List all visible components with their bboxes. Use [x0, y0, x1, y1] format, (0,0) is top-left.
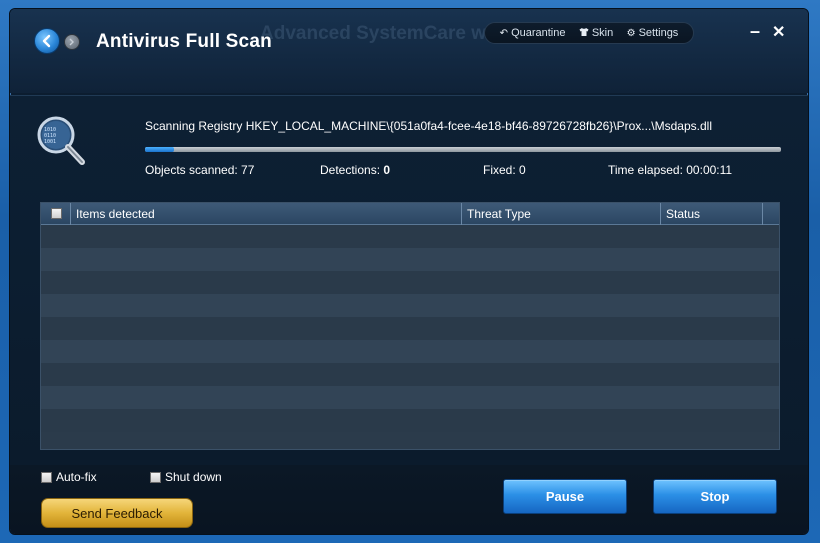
back-button[interactable] [34, 28, 60, 54]
undo-arrow-icon: ↶ [499, 27, 509, 39]
gear-icon: ⚙ [626, 27, 636, 39]
antivirus-scan-window: Advanced SystemCare with Antivirus Antiv… [9, 8, 809, 535]
table-row [41, 363, 779, 386]
column-items-detected[interactable]: Items detected [70, 203, 462, 225]
forward-arrow-icon [69, 38, 74, 46]
title-bar: Advanced SystemCare with Antivirus Antiv… [10, 9, 808, 93]
magnifier-icon: 1010 0110 1001 [37, 116, 85, 165]
time-elapsed: Time elapsed: 00:00:11 [608, 163, 733, 177]
scan-progress-bar [145, 147, 781, 152]
shutdown-label: Shut down [165, 470, 222, 484]
detections-table: Items detected Threat Type Status [40, 202, 780, 450]
table-row [41, 409, 779, 432]
column-spacer [762, 203, 779, 225]
column-status[interactable]: Status [660, 203, 762, 225]
forward-button[interactable] [64, 34, 80, 50]
scan-progress-fill [145, 147, 174, 152]
table-row [41, 248, 779, 271]
scan-path-text: Scanning Registry HKEY_LOCAL_MACHINE\{05… [145, 119, 712, 133]
detections-value: 0 [383, 163, 391, 177]
table-row [41, 386, 779, 409]
quarantine-menu-item[interactable]: ↶ Quarantine [500, 27, 566, 39]
quarantine-label: Quarantine [511, 27, 566, 39]
send-feedback-button[interactable]: Send Feedback [41, 498, 193, 528]
shutdown-checkbox-box[interactable] [150, 471, 161, 483]
select-all-checkbox[interactable] [51, 208, 62, 219]
back-arrow-icon [42, 34, 51, 48]
detections-label: Detections: [320, 163, 381, 177]
close-button[interactable]: ✕ [772, 22, 785, 42]
column-threat-type[interactable]: Threat Type [461, 203, 661, 225]
fixed-count: Fixed: 0 [483, 163, 526, 177]
table-row [41, 317, 779, 340]
table-row [41, 294, 779, 317]
table-row [41, 271, 779, 294]
settings-label: Settings [638, 27, 679, 39]
footer: Auto-fix Shut down Send Feedback Pause S… [10, 465, 808, 534]
settings-menu-item[interactable]: ⚙ Settings [627, 27, 679, 39]
table-row [41, 340, 779, 363]
pause-button[interactable]: Pause [503, 479, 627, 514]
detections: Detections: 0 [320, 163, 390, 177]
table-row [41, 225, 779, 248]
table-header: Items detected Threat Type Status [41, 203, 779, 225]
skin-label: Skin [591, 27, 614, 39]
svg-text:1001: 1001 [44, 139, 56, 145]
autofix-checkbox[interactable]: Auto-fix [41, 470, 97, 484]
autofix-label: Auto-fix [56, 470, 97, 484]
scan-panel: 1010 0110 1001 Scanning Registry HKEY_LO… [10, 95, 808, 465]
autofix-checkbox-box[interactable] [41, 471, 52, 483]
top-menu: ↶ Quarantine Skin ⚙ Settings [484, 22, 694, 44]
stop-button[interactable]: Stop [653, 479, 777, 514]
objects-scanned: Objects scanned: 77 [145, 163, 255, 177]
tshirt-icon [579, 27, 589, 40]
skin-menu-item[interactable]: Skin [579, 27, 613, 40]
window-title: Antivirus Full Scan [96, 31, 272, 52]
scan-stats: Objects scanned: 77 Detections: 0 Fixed:… [145, 163, 785, 179]
shutdown-checkbox[interactable]: Shut down [150, 470, 222, 484]
minimize-button[interactable]: – [750, 21, 760, 42]
table-body [41, 225, 779, 449]
